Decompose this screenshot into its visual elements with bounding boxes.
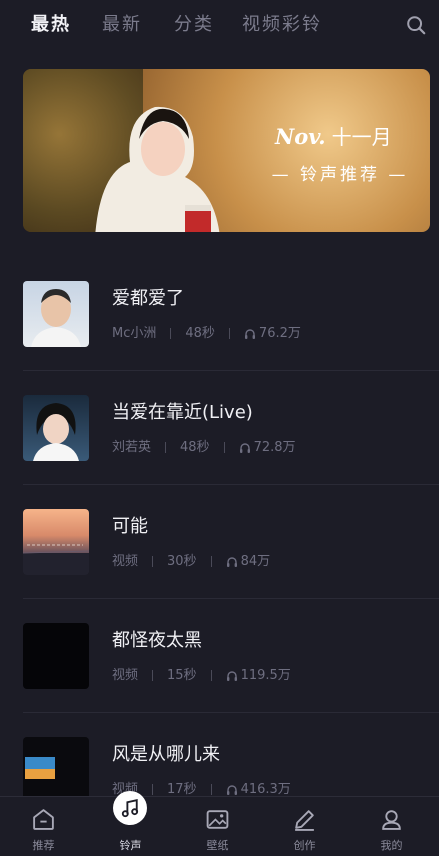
song-meta: 刘若英 48秒 72.8万 xyxy=(112,436,296,455)
cover-image xyxy=(23,395,89,461)
pencil-icon xyxy=(295,810,314,831)
list-item[interactable]: 都怪夜太黑 视频 15秒 119.5万 xyxy=(0,600,439,714)
top-tab-bar: 最热 最新 分类 视频彩铃 xyxy=(0,0,439,48)
nav-label: 创作 xyxy=(293,839,316,852)
song-title: 当爱在靠近(Live) xyxy=(112,402,253,423)
banner-photo xyxy=(95,106,220,232)
duration: 30秒 xyxy=(167,554,197,569)
song-meta: 视频 15秒 119.5万 xyxy=(112,664,291,683)
tab-new[interactable]: 最新 xyxy=(102,10,142,36)
artist-name: 视频 xyxy=(112,668,139,683)
tab-category[interactable]: 分类 xyxy=(174,10,214,36)
nav-recommend[interactable]: 推荐 xyxy=(0,797,87,856)
headphone-icon xyxy=(226,556,237,567)
play-count: 76.2万 xyxy=(258,326,301,341)
music-note-icon xyxy=(121,798,139,818)
divider xyxy=(23,370,439,371)
headphone-icon xyxy=(226,670,237,681)
tab-hot[interactable]: 最热 xyxy=(31,10,71,36)
duration: 15秒 xyxy=(167,668,197,683)
profile-icon xyxy=(382,810,401,830)
song-title: 风是从哪儿来 xyxy=(112,744,220,765)
list-item[interactable]: 当爱在靠近(Live) 刘若英 48秒 72.8万 xyxy=(0,372,439,486)
list-item[interactable]: 爱都爱了 Mc小洲 48秒 76.2万 xyxy=(0,258,439,372)
banner-subtitle: — 铃声推荐 — xyxy=(271,165,409,185)
headphone-icon xyxy=(239,442,250,453)
artist-photo xyxy=(33,403,79,461)
search-icon[interactable] xyxy=(405,14,427,36)
song-title: 爱都爱了 xyxy=(112,288,184,309)
sunset-photo xyxy=(23,544,89,575)
nav-label: 壁纸 xyxy=(206,839,229,852)
promo-banner[interactable]: Nov. 十一月 — 铃声推荐 — xyxy=(23,69,430,232)
tab-video-ringtone[interactable]: 视频彩铃 xyxy=(242,10,322,36)
headphone-icon xyxy=(244,328,255,339)
nav-label: 铃声 xyxy=(119,839,142,852)
bottom-nav: 推荐 铃声 壁纸 创作 我的 xyxy=(0,791,439,856)
duration: 48秒 xyxy=(180,440,210,455)
cover-image xyxy=(23,509,89,575)
nav-label: 推荐 xyxy=(32,839,55,852)
divider xyxy=(23,712,439,713)
play-count: 416.3万 xyxy=(240,782,291,797)
nav-ringtone[interactable]: 铃声 xyxy=(87,791,174,856)
cover-image xyxy=(23,281,89,347)
artist-name: Mc小洲 xyxy=(112,326,157,341)
recommend-icon xyxy=(33,809,54,830)
video-thumbnail xyxy=(25,757,55,779)
song-meta: Mc小洲 48秒 76.2万 xyxy=(112,322,301,341)
duration: 48秒 xyxy=(185,326,215,341)
nav-wallpaper[interactable]: 壁纸 xyxy=(174,797,261,856)
divider xyxy=(23,484,439,485)
play-count: 84万 xyxy=(240,554,271,569)
divider xyxy=(23,598,439,599)
play-count: 72.8万 xyxy=(253,440,296,455)
nav-create[interactable]: 创作 xyxy=(261,797,348,856)
artist-name: 视频 xyxy=(112,554,139,569)
artist-photo xyxy=(31,289,81,347)
banner-title: Nov. 十一月 xyxy=(275,124,392,149)
song-title: 都怪夜太黑 xyxy=(112,630,202,651)
nav-profile[interactable]: 我的 xyxy=(348,797,435,856)
play-count: 119.5万 xyxy=(240,668,291,683)
headphone-icon xyxy=(226,784,237,795)
cover-image xyxy=(23,623,89,689)
list-item[interactable]: 可能 视频 30秒 84万 xyxy=(0,486,439,600)
cover-image xyxy=(23,737,89,803)
wallpaper-icon xyxy=(206,810,229,829)
song-meta: 视频 30秒 84万 xyxy=(112,550,270,569)
song-title: 可能 xyxy=(112,516,148,537)
duration: 17秒 xyxy=(167,782,197,797)
artist-name: 刘若英 xyxy=(112,440,152,455)
nav-label: 我的 xyxy=(380,839,403,852)
